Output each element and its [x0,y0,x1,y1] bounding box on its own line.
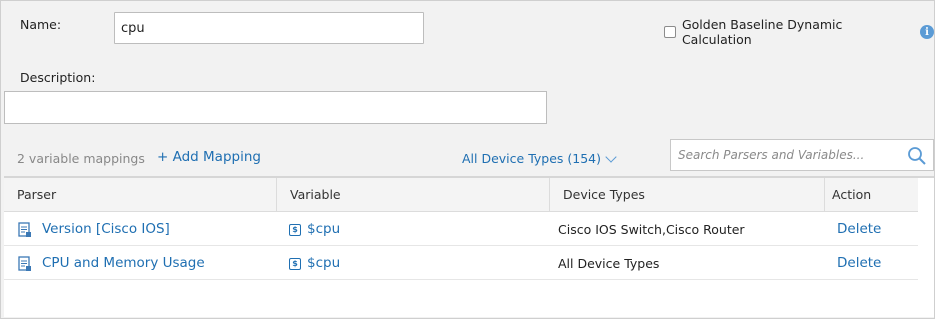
column-header-action: Action [832,187,872,202]
document-icon [18,255,31,271]
delete-cell: Delete [837,247,881,280]
search-input[interactable] [671,140,901,170]
golden-baseline-label: Golden Baseline Dynamic Calculation [681,17,843,47]
parser-link[interactable]: CPU and Memory Usage [42,247,205,280]
parser-cell: CPU and Memory Usage [17,247,205,280]
parser-cell: Version [Cisco IOS] [17,213,170,246]
name-label: Name: [20,17,62,32]
name-input[interactable] [114,12,424,44]
variable-link[interactable]: $cpu [307,213,340,246]
mappings-table: Parser Variable Device Types Action Vers… [4,176,934,317]
golden-baseline-checkbox[interactable] [664,26,676,38]
variable-icon: $ [289,257,301,270]
table-header: Parser Variable Device Types Action [4,178,918,212]
delete-button[interactable]: Delete [837,247,881,280]
golden-baseline-option[interactable]: Golden Baseline Dynamic Calculation i [664,17,934,47]
search-icon[interactable] [907,146,927,166]
delete-cell: Delete [837,213,881,246]
parser-link[interactable]: Version [Cisco IOS] [42,213,170,246]
device-type-filter[interactable]: All Device Types (154) [462,150,617,166]
chevron-down-icon [605,150,617,163]
document-icon [18,221,31,237]
variable-cell: $ $cpu [289,247,340,280]
table-row: CPU and Memory Usage $ $cpu All Device T… [4,247,918,280]
mappings-count: 2 variable mappings [17,151,145,166]
variable-cell: $ $cpu [289,213,340,246]
add-mapping-button[interactable]: + Add Mapping [157,149,261,165]
table-row: Version [Cisco IOS] $ $cpu Cisco IOS Swi… [4,213,918,246]
search-box [670,139,934,171]
delete-button[interactable]: Delete [837,213,881,246]
description-input[interactable] [4,91,547,124]
variable-link[interactable]: $cpu [307,247,340,280]
column-header-device-types[interactable]: Device Types [550,178,825,212]
device-type-filter-label: All Device Types (154) [462,151,602,166]
variable-mapping-panel: Name: Golden Baseline Dynamic Calculatio… [0,0,935,319]
column-header-variable[interactable]: Variable [277,178,550,212]
variable-icon: $ [289,223,301,236]
device-types-cell: All Device Types [558,256,660,271]
column-header-parser[interactable]: Parser [4,178,277,212]
description-label: Description: [20,70,96,85]
device-types-cell: Cisco IOS Switch,Cisco Router [558,222,745,237]
info-icon[interactable]: i [920,25,934,39]
